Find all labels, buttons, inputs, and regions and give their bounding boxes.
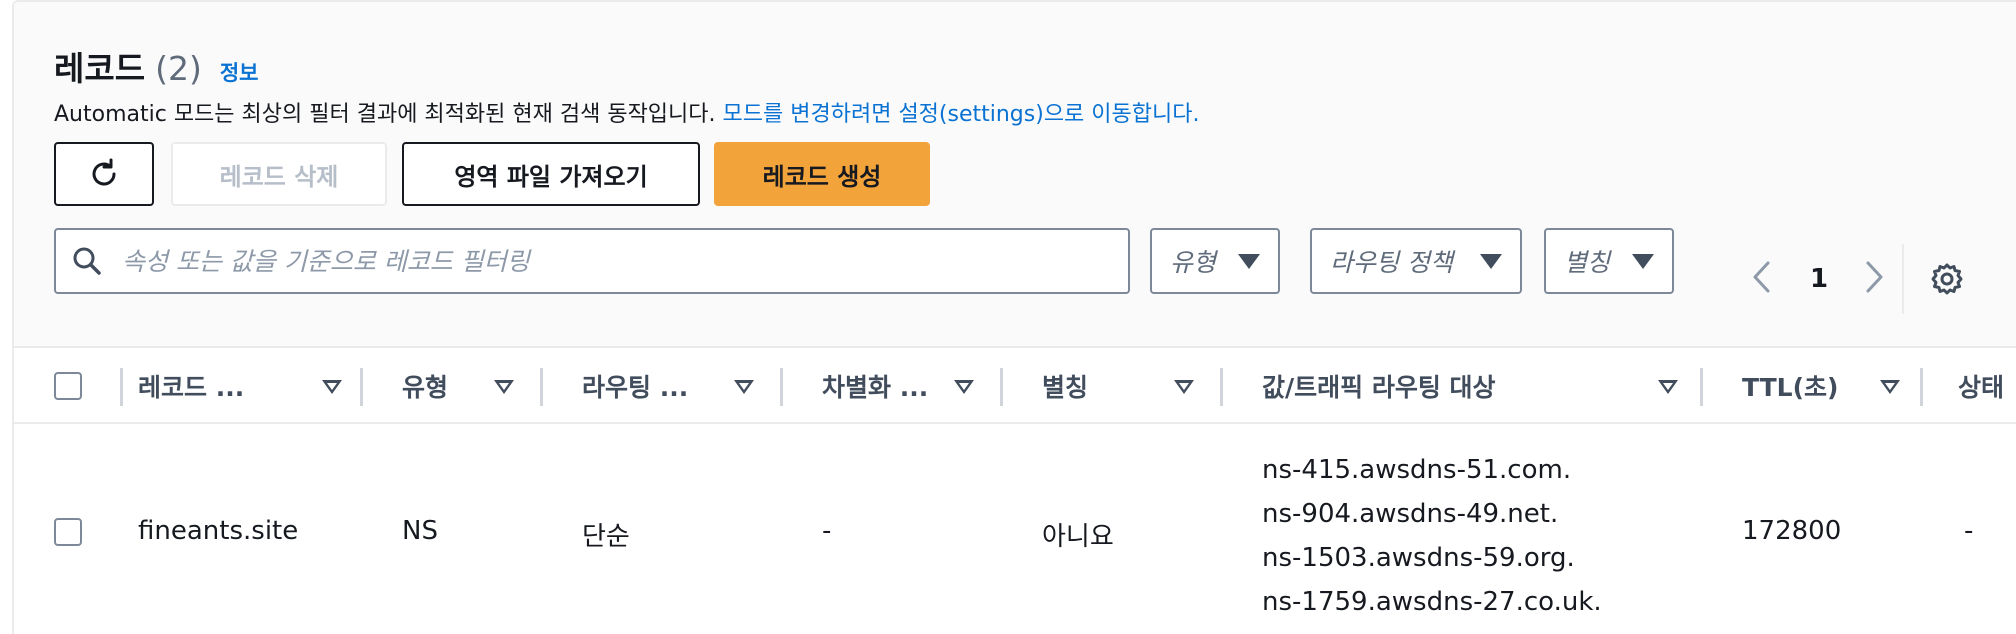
column-header-differentiator[interactable]: 차별화 ... [822, 348, 974, 424]
records-table-header: 레코드 ... 유형 라우팅 ... 차별화 ... 별칭 값/트래픽 라우팅 … [14, 346, 2016, 424]
search-icon [72, 246, 102, 276]
description-text: Automatic 모드는 최상의 필터 결과에 최적화된 현재 검색 동작입니… [54, 102, 723, 127]
record-value: ns-1759.awsdns-27.co.uk. [1262, 587, 1602, 617]
title-row: 레코드 (2) 정보 [54, 42, 258, 90]
current-page-number[interactable]: 1 [1810, 264, 1828, 294]
column-header-record-name[interactable]: 레코드 ... [138, 348, 342, 424]
record-value: ns-1503.awsdns-59.org. [1262, 543, 1575, 573]
record-alias: 아니요 [1042, 522, 1114, 552]
column-separator [1000, 368, 1003, 406]
select-all-checkbox[interactable] [54, 372, 82, 400]
column-header-value[interactable]: 값/트래픽 라우팅 대상 [1262, 348, 1678, 424]
column-header-alias[interactable]: 별칭 [1042, 348, 1194, 424]
record-filter [54, 228, 1130, 294]
caret-down-icon [1238, 253, 1260, 269]
sort-icon [1880, 380, 1900, 394]
import-zone-file-button[interactable]: 영역 파일 가져오기 [402, 142, 700, 206]
type-filter-label: 유형 [1170, 248, 1217, 277]
refresh-button[interactable] [54, 142, 154, 206]
alias-filter-select[interactable]: 별칭 [1544, 228, 1674, 294]
search-mode-description: Automatic 모드는 최상의 필터 결과에 최적화된 현재 검색 동작입니… [54, 96, 1199, 128]
routing-policy-filter-select[interactable]: 라우팅 정책 [1310, 228, 1522, 294]
record-routing-policy: 단순 [582, 522, 630, 552]
pagination-divider [1902, 244, 1904, 314]
column-header-routing-policy[interactable]: 라우팅 ... [582, 348, 754, 424]
sort-icon [1658, 380, 1678, 394]
records-panel: 레코드 (2) 정보 Automatic 모드는 최상의 필터 결과에 최적화된… [12, 0, 2016, 634]
settings-link[interactable]: 모드를 변경하려면 설정(settings)으로 이동합니다. [723, 102, 1200, 127]
column-header-ttl[interactable]: TTL(초) [1742, 348, 1900, 424]
sort-icon [734, 380, 754, 394]
column-separator [360, 368, 363, 406]
record-ttl: 172800 [1742, 516, 1842, 546]
info-link[interactable]: 정보 [220, 57, 259, 87]
record-differentiator: - [822, 516, 832, 546]
sort-icon [494, 380, 514, 394]
record-status: - [1964, 516, 1974, 546]
record-values: ns-415.awsdns-51.com. ns-904.awsdns-49.n… [1262, 448, 1602, 624]
previous-page-button[interactable] [1750, 260, 1774, 298]
record-type: NS [402, 516, 438, 546]
sort-icon [322, 380, 342, 394]
column-separator [1220, 368, 1223, 406]
refresh-icon [87, 157, 121, 191]
column-separator [1920, 368, 1923, 406]
column-separator [780, 368, 783, 406]
search-input[interactable] [122, 246, 1082, 276]
alias-filter-label: 별칭 [1564, 248, 1611, 277]
caret-down-icon [1480, 253, 1502, 269]
caret-down-icon [1632, 253, 1654, 269]
sort-icon [1174, 380, 1194, 394]
delete-record-button[interactable]: 레코드 삭제 [171, 142, 387, 206]
routing-policy-filter-label: 라우팅 정책 [1330, 248, 1453, 277]
sort-icon [954, 380, 974, 394]
record-name[interactable]: fineants.site [138, 516, 298, 546]
create-record-button[interactable]: 레코드 생성 [714, 142, 930, 206]
record-value: ns-904.awsdns-49.net. [1262, 499, 1559, 529]
record-value: ns-415.awsdns-51.com. [1262, 455, 1572, 485]
column-separator [540, 368, 543, 406]
record-count: (2) [155, 49, 202, 88]
column-header-type[interactable]: 유형 [402, 348, 514, 424]
gear-icon[interactable] [1930, 262, 1964, 300]
page-title: 레코드 [54, 49, 146, 88]
column-separator [120, 368, 123, 406]
type-filter-select[interactable]: 유형 [1150, 228, 1280, 294]
next-page-button[interactable] [1862, 260, 1886, 298]
column-separator [1700, 368, 1703, 406]
column-header-status[interactable]: 상태 [1958, 348, 2016, 424]
row-checkbox[interactable] [54, 518, 82, 546]
